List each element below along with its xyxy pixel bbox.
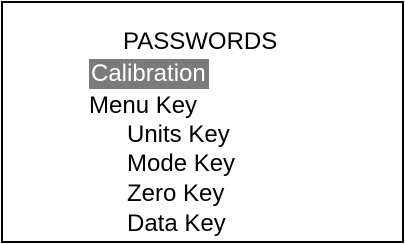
submenu-item-label: Units Key bbox=[127, 121, 230, 148]
menu-item-menu-key[interactable]: Menu Key bbox=[89, 91, 197, 121]
screen-title: PASSWORDS bbox=[123, 28, 278, 55]
submenu-item-label: Zero Key bbox=[127, 180, 225, 207]
submenu-item-label: Mode Key bbox=[127, 150, 236, 177]
passwords-screen: PASSWORDS Calibration Menu Key Units Key… bbox=[1, 1, 404, 243]
submenu-item-mode-key[interactable]: Mode Key bbox=[127, 149, 235, 179]
submenu-item-units-key[interactable]: Units Key bbox=[127, 120, 230, 150]
menu-item-calibration[interactable]: Calibration bbox=[89, 59, 209, 89]
menu-item-label: Menu Key bbox=[89, 92, 198, 119]
submenu-item-zero-key[interactable]: Zero Key bbox=[127, 179, 224, 209]
menu-item-label: Calibration bbox=[89, 59, 209, 89]
submenu-item-data-key[interactable]: Data Key bbox=[127, 209, 226, 239]
submenu-item-label: Data Key bbox=[127, 210, 226, 237]
